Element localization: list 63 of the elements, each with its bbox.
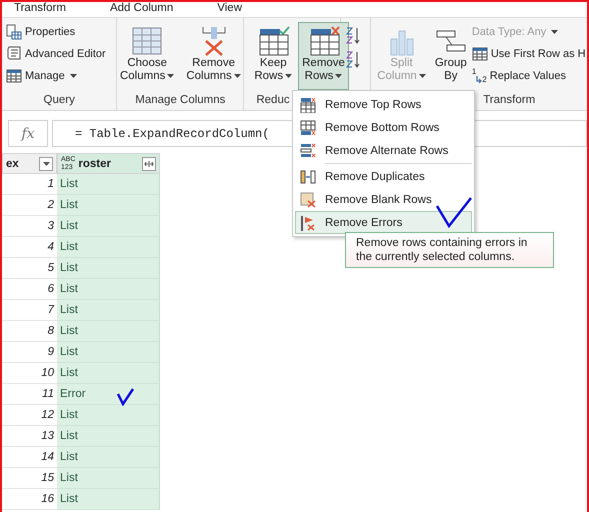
table-cell[interactable]: List <box>57 489 160 510</box>
tooltip: Remove rows containing errors in the currently selected columns. <box>345 232 554 268</box>
column-header[interactable]: ex <box>2 153 57 174</box>
table-rows-icon <box>300 96 316 112</box>
table-cell[interactable]: List <box>57 174 160 195</box>
table-cell[interactable]: List <box>57 279 160 300</box>
ribbon-button[interactable]: Group By <box>430 22 472 90</box>
ribbon-command[interactable]: Use First Row as H <box>472 44 586 64</box>
group-label: Query <box>44 94 75 108</box>
ribbon-button[interactable]: Remove Rows <box>298 22 349 90</box>
group-label: Transform <box>483 94 536 108</box>
ribbon-command[interactable]: Properties <box>6 22 106 42</box>
ribbon-tab[interactable]: Add Column <box>110 2 174 15</box>
table-cell[interactable]: List <box>57 447 160 468</box>
ribbon-button[interactable]: Keep Rows <box>250 22 296 90</box>
table-icon <box>472 47 488 61</box>
function-button[interactable]: fx <box>8 120 48 147</box>
table-cell[interactable]: List <box>57 405 160 426</box>
table-cell[interactable]: List <box>57 321 160 342</box>
check-mark-annotation <box>435 196 473 228</box>
ribbon-button[interactable]: Remove Columns <box>182 22 245 90</box>
header-text: ex <box>6 158 20 170</box>
menu-item[interactable]: Remove Alternate Rows <box>295 139 472 162</box>
table-cell[interactable]: Error <box>57 384 160 405</box>
columns-icon <box>130 25 164 57</box>
menu-item[interactable]: Remove Errors <box>295 211 472 234</box>
duplicates-icon <box>300 168 316 184</box>
ribbon-command[interactable]: Manage <box>6 66 106 86</box>
scroll-icon <box>6 46 22 62</box>
table-cell[interactable]: List <box>57 216 160 237</box>
ribbon-command[interactable]: 1 2 Replace Values <box>472 66 586 86</box>
check-mark-annotation <box>116 386 136 406</box>
caret-icon <box>42 162 50 166</box>
table-cell[interactable]: List <box>57 258 160 279</box>
table-cell[interactable]: List <box>57 363 160 384</box>
header-text: roster <box>78 158 112 170</box>
flag-icon <box>300 214 316 230</box>
table-cell[interactable]: List <box>57 237 160 258</box>
group-label: Manage Columns <box>135 94 226 108</box>
table-cell[interactable]: List <box>57 468 160 489</box>
table-cell[interactable]: List <box>57 195 160 216</box>
expand-icon <box>144 160 154 168</box>
menu-item[interactable]: Remove Bottom Rows <box>295 116 472 139</box>
menu-item[interactable]: Remove Top Rows <box>295 93 472 116</box>
table-rows-icon <box>300 142 316 158</box>
blank-rows-icon <box>300 192 316 208</box>
properties-icon <box>6 24 22 40</box>
ribbon-button[interactable]: Choose Columns <box>116 22 178 90</box>
group-label: Reduc <box>256 94 290 108</box>
table-cell[interactable]: List <box>57 342 160 363</box>
sort-ascending-icon <box>345 26 362 44</box>
filter-button[interactable] <box>39 156 53 170</box>
table-cell[interactable]: List <box>57 426 160 447</box>
menu-item[interactable]: Remove Duplicates <box>295 165 472 188</box>
menu-item[interactable]: Remove Blank Rows <box>295 188 472 211</box>
ribbon-command[interactable]: Advanced Editor <box>6 44 106 64</box>
sort-descending-icon <box>345 50 362 68</box>
ribbon-tab[interactable]: View <box>217 2 242 15</box>
expand-button[interactable] <box>142 156 156 170</box>
table-rows-icon <box>300 120 316 136</box>
table-icon <box>6 69 22 83</box>
table-cell[interactable]: List <box>57 300 160 321</box>
ribbon-tab[interactable]: Transform <box>14 2 66 15</box>
